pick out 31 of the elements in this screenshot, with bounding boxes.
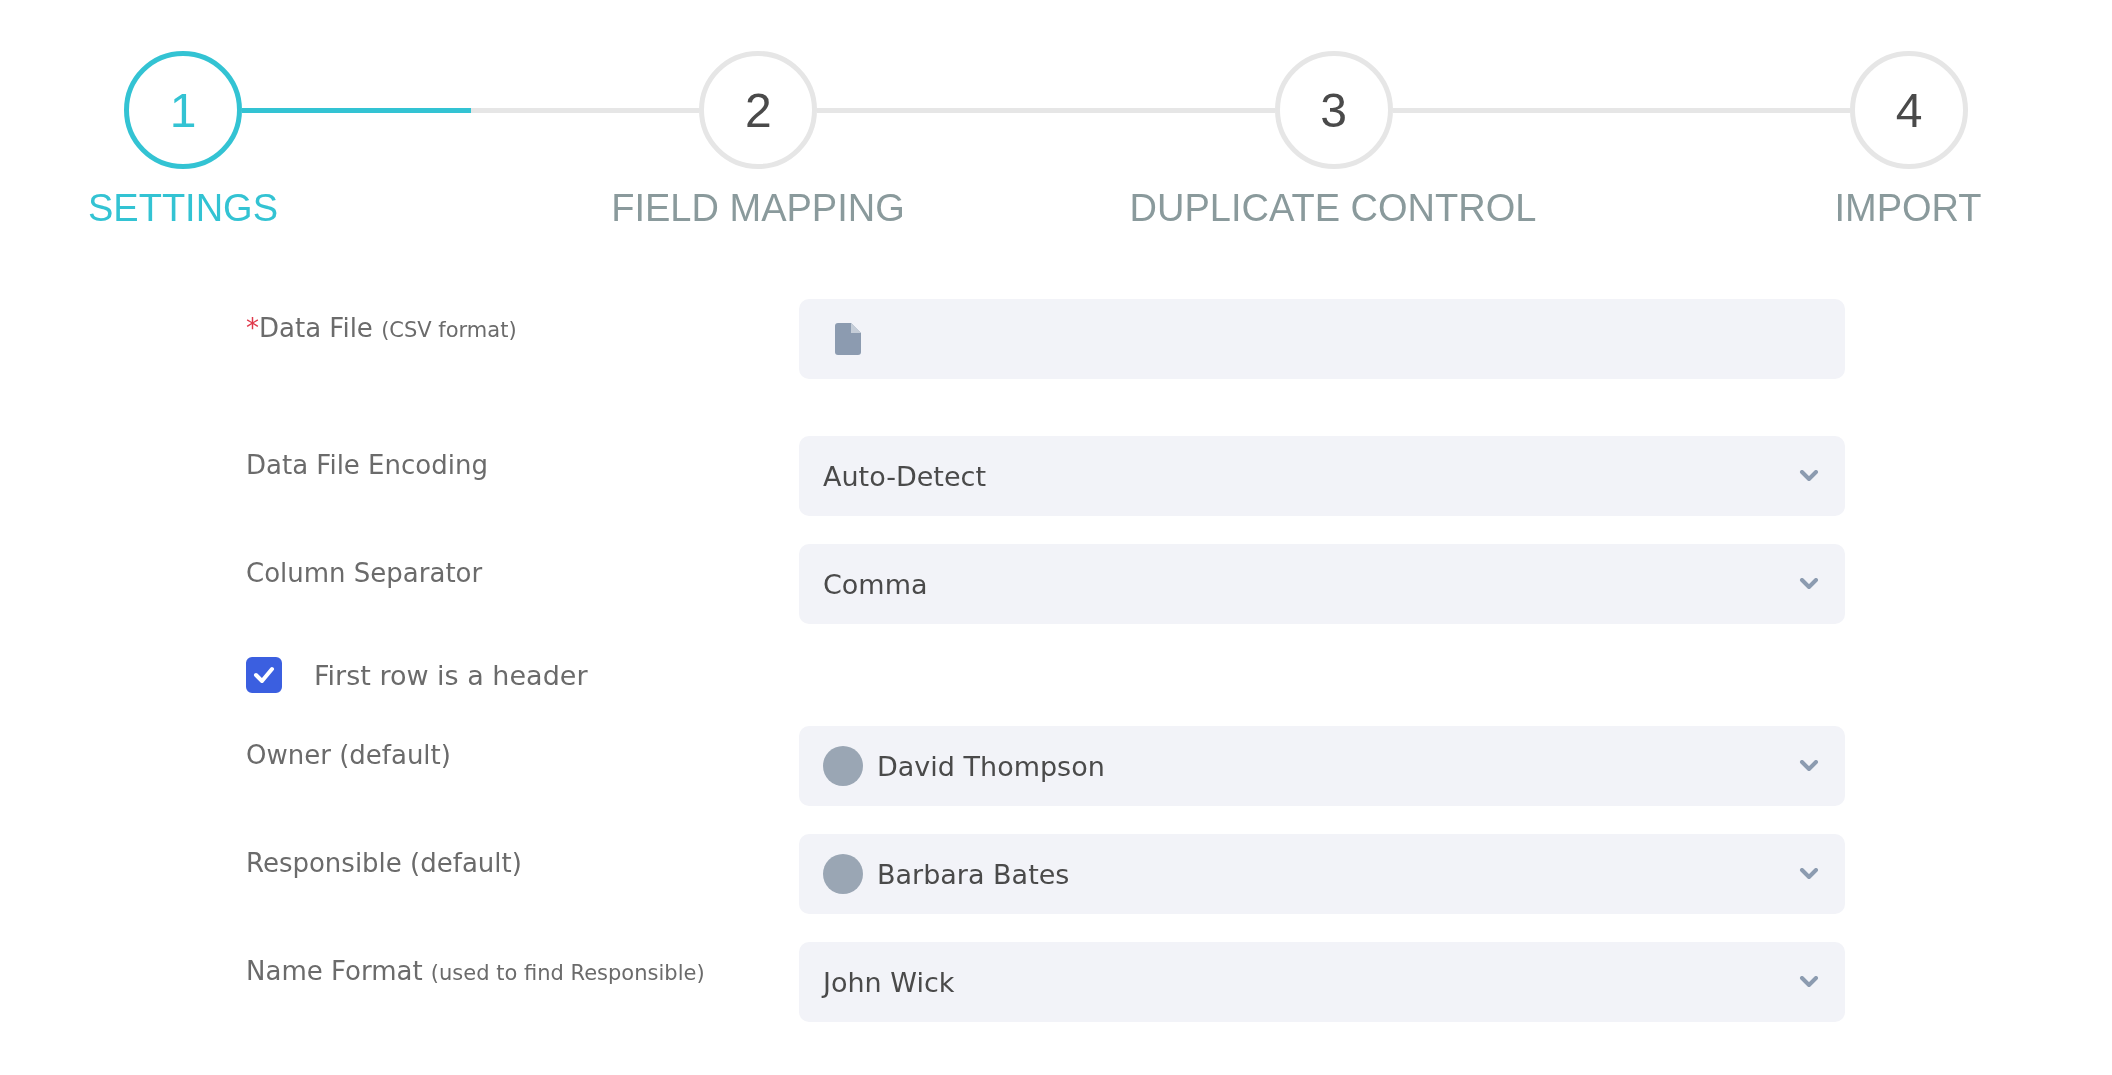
field-label: Data File Encoding: [246, 450, 488, 480]
chevron-down-icon: [1799, 976, 1819, 988]
field-label: Name Format (used to find Responsible): [246, 956, 705, 986]
step-circle[interactable]: 3: [1274, 51, 1393, 169]
select-field[interactable]: Barbara Bates: [799, 834, 1845, 914]
select-field[interactable]: David Thompson: [799, 726, 1845, 806]
avatar: [823, 746, 863, 786]
file-input[interactable]: [799, 299, 1845, 379]
step-label: SETTINGS: [88, 187, 278, 230]
field-label: Owner (default): [246, 740, 451, 770]
chevron-down-icon: [1799, 760, 1819, 772]
check-icon: [253, 666, 275, 684]
select-field[interactable]: John Wick: [799, 942, 1845, 1022]
step-circle[interactable]: 2: [699, 51, 818, 169]
avatar: [823, 854, 863, 894]
checkbox-label: First row is a header: [314, 659, 588, 691]
step-label: IMPORT: [1834, 187, 1982, 230]
chevron-down-icon: [1799, 470, 1819, 482]
step-label: FIELD MAPPING: [611, 187, 905, 230]
checkbox[interactable]: [246, 657, 282, 693]
field-label: Data File (CSV format): [259, 313, 517, 343]
chevron-down-icon: [1799, 868, 1819, 880]
chevron-down-icon: [1799, 578, 1819, 590]
field-label: Column Separator: [246, 558, 483, 588]
required-marker: *: [246, 313, 259, 343]
step-label: DUPLICATE CONTROL: [1129, 187, 1537, 230]
document-icon: [835, 323, 861, 355]
select-field[interactable]: Auto-Detect: [799, 436, 1845, 516]
select-field[interactable]: Comma: [799, 544, 1845, 624]
field-label: Responsible (default): [246, 848, 522, 878]
step-circle[interactable]: 4: [1850, 51, 1968, 169]
